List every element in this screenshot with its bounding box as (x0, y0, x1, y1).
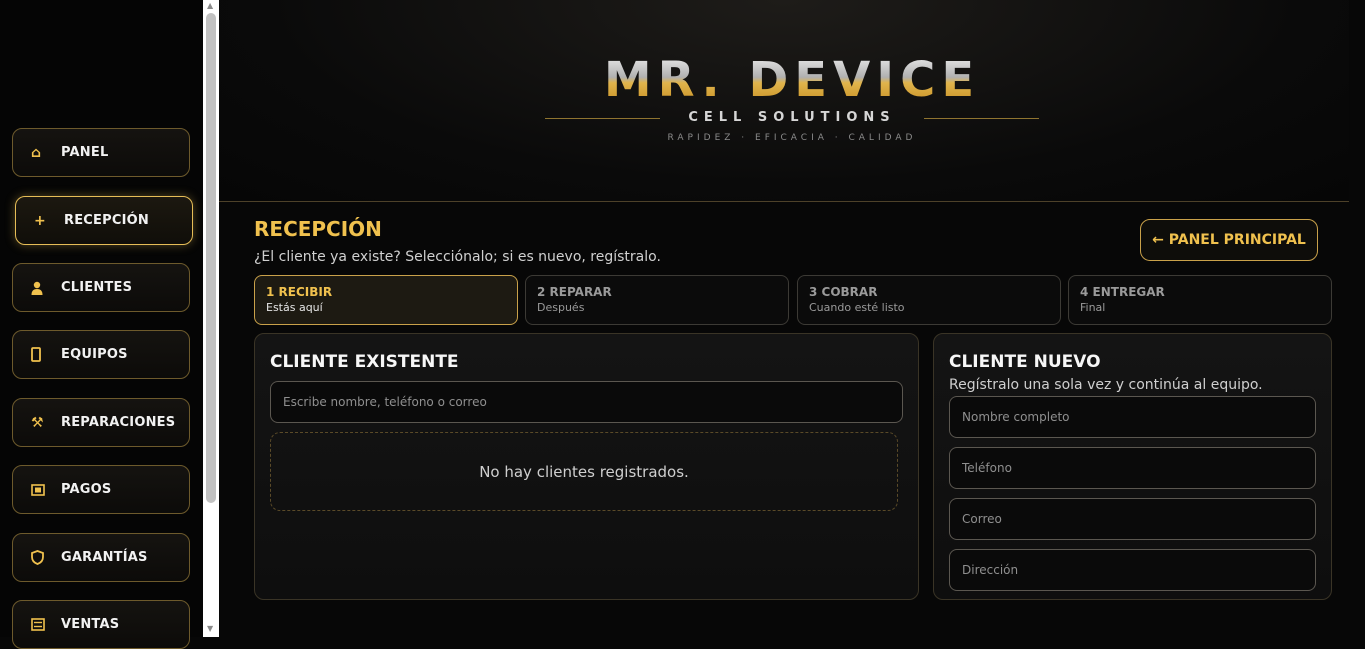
sidebar-item-label: REPARACIONES (61, 415, 176, 430)
brand-subtitle: CELL SOLUTIONS (688, 110, 896, 125)
step-title: 3 COBRAR (809, 285, 878, 299)
sidebar-item-pagos[interactable]: PAGOS (12, 465, 190, 514)
step-title: 4 ENTREGAR (1080, 285, 1165, 299)
step-subtitle: Después (537, 301, 585, 314)
sidebar-item-recepcion[interactable]: + RECEPCIÓN (15, 196, 193, 245)
scroll-down-icon[interactable]: ▼ (207, 624, 213, 633)
sidebar: ⌂ PANEL + RECEPCIÓN CLIENTES EQUIPOS ⚒ R… (0, 0, 203, 649)
step-subtitle: Cuando esté listo (809, 301, 905, 314)
empty-clients-message: No hay clientes registrados. (270, 432, 898, 511)
user-icon (31, 281, 61, 295)
step-title: 2 REPARAR (537, 285, 612, 299)
new-client-card: CLIENTE NUEVO Regístralo una sola vez y … (933, 333, 1332, 600)
sidebar-item-label: CLIENTES (61, 280, 133, 295)
shield-icon (31, 550, 61, 565)
step-entregar[interactable]: 4 ENTREGAR Final (1068, 275, 1332, 325)
scroll-up-icon[interactable]: ▲ (207, 1, 213, 10)
scroll-thumb[interactable] (206, 13, 216, 503)
home-icon: ⌂ (31, 144, 42, 161)
sidebar-item-label: PAGOS (61, 482, 112, 497)
sidebar-item-reparaciones[interactable]: ⚒ REPARACIONES (12, 398, 190, 447)
step-cobrar[interactable]: 3 COBRAR Cuando esté listo (797, 275, 1061, 325)
back-to-panel-button[interactable]: ← PANEL PRINCIPAL (1140, 219, 1318, 261)
step-reparar[interactable]: 2 REPARAR Después (525, 275, 789, 325)
sidebar-item-garantias[interactable]: GARANTÍAS (12, 533, 190, 582)
plus-icon: + (34, 212, 46, 229)
step-title: 1 RECIBIR (266, 285, 333, 299)
new-client-title: CLIENTE NUEVO (949, 352, 1101, 372)
brand-logo-title: MR. DEVICE (219, 52, 1365, 108)
payment-icon (31, 483, 61, 496)
brand-header: MR. DEVICE CELL SOLUTIONS RAPIDEZ · EFIC… (219, 0, 1349, 202)
phone-icon (31, 347, 61, 362)
sidebar-item-ventas[interactable]: VENTAS (12, 600, 190, 649)
sidebar-item-label: VENTAS (61, 617, 120, 632)
sidebar-item-label: GARANTÍAS (61, 550, 148, 565)
address-input[interactable] (949, 549, 1316, 591)
new-client-subtitle: Regístralo una sola vez y continúa al eq… (949, 377, 1263, 393)
sidebar-item-label: RECEPCIÓN (64, 213, 149, 228)
sidebar-item-label: PANEL (61, 145, 109, 160)
brand-tagline: RAPIDEZ · EFICACIA · CALIDAD (667, 133, 917, 143)
existing-client-card: CLIENTE EXISTENTE No hay clientes regist… (254, 333, 919, 600)
full-name-input[interactable] (949, 396, 1316, 438)
page-title: RECEPCIÓN (254, 217, 382, 241)
list-icon (31, 618, 61, 631)
existing-client-title: CLIENTE EXISTENTE (270, 352, 459, 372)
client-search-input[interactable] (270, 381, 903, 423)
sidebar-item-label: EQUIPOS (61, 347, 128, 362)
step-recibir[interactable]: 1 RECIBIR Estás aquí (254, 275, 518, 325)
sidebar-item-panel[interactable]: ⌂ PANEL (12, 128, 190, 177)
main-content: MR. DEVICE CELL SOLUTIONS RAPIDEZ · EFIC… (219, 0, 1365, 637)
phone-input[interactable] (949, 447, 1316, 489)
page-subtitle: ¿El cliente ya existe? Selecciónalo; si … (254, 249, 661, 265)
email-input[interactable] (949, 498, 1316, 540)
sidebar-item-clientes[interactable]: CLIENTES (12, 263, 190, 312)
tools-icon: ⚒ (31, 414, 44, 431)
step-subtitle: Final (1080, 301, 1106, 314)
sidebar-scrollbar[interactable]: ▲ ▼ (203, 0, 219, 637)
step-subtitle: Estás aquí (266, 301, 323, 314)
sidebar-item-equipos[interactable]: EQUIPOS (12, 330, 190, 379)
